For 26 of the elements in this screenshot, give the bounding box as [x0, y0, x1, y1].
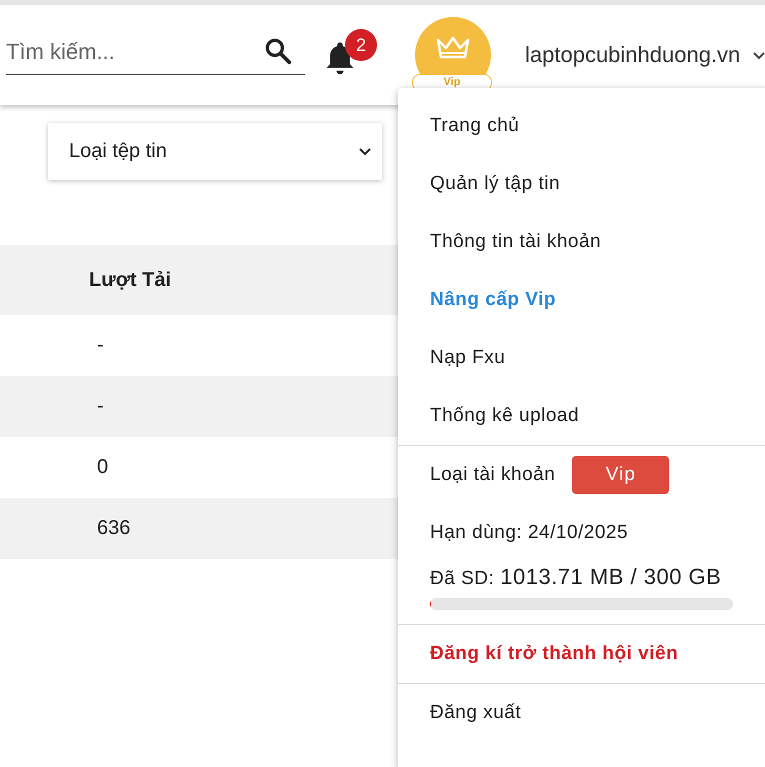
- table-cell-text: -: [96, 333, 105, 358]
- usage-value: 1013.71 MB / 300 GB: [500, 564, 722, 590]
- account-menu-button[interactable]: laptopcubinhduong.vn: [525, 42, 765, 68]
- search-field[interactable]: Tìm kiếm...: [6, 29, 305, 75]
- menu-item[interactable]: Thông tin tài khoản: [398, 213, 765, 271]
- file-type-dropdown[interactable]: Loại tệp tin: [48, 123, 382, 180]
- table-cell: 636: [0, 498, 398, 559]
- account-type-badge: Vip: [572, 456, 670, 494]
- menu-item[interactable]: Quản lý tập tin: [398, 155, 765, 213]
- usage-label: Đã SD:: [430, 568, 494, 590]
- table-cell-text: 0: [96, 455, 110, 480]
- logout-item[interactable]: Đăng xuất: [398, 684, 765, 742]
- notification-badge: 2: [345, 29, 377, 61]
- menu-item[interactable]: Trang chủ: [398, 97, 765, 155]
- menu-item[interactable]: Nâng cấp Vip: [398, 271, 765, 329]
- account-type-label: Loại tài khoản: [430, 464, 556, 486]
- table-header: Lượt Tải: [0, 245, 398, 315]
- table-cell: -: [0, 376, 398, 437]
- menu-item[interactable]: Thống kê upload: [398, 387, 765, 445]
- menu-item[interactable]: Nạp Fxu: [398, 329, 765, 387]
- chevron-icon: [358, 146, 372, 156]
- crown-icon: [435, 35, 471, 61]
- expiry-text: Hạn dùng: 24/10/2025: [430, 522, 628, 544]
- chevron-icon: [752, 50, 765, 60]
- search-icon[interactable]: [263, 36, 293, 66]
- register-link[interactable]: Đăng kí trở thành hội viên: [398, 625, 765, 683]
